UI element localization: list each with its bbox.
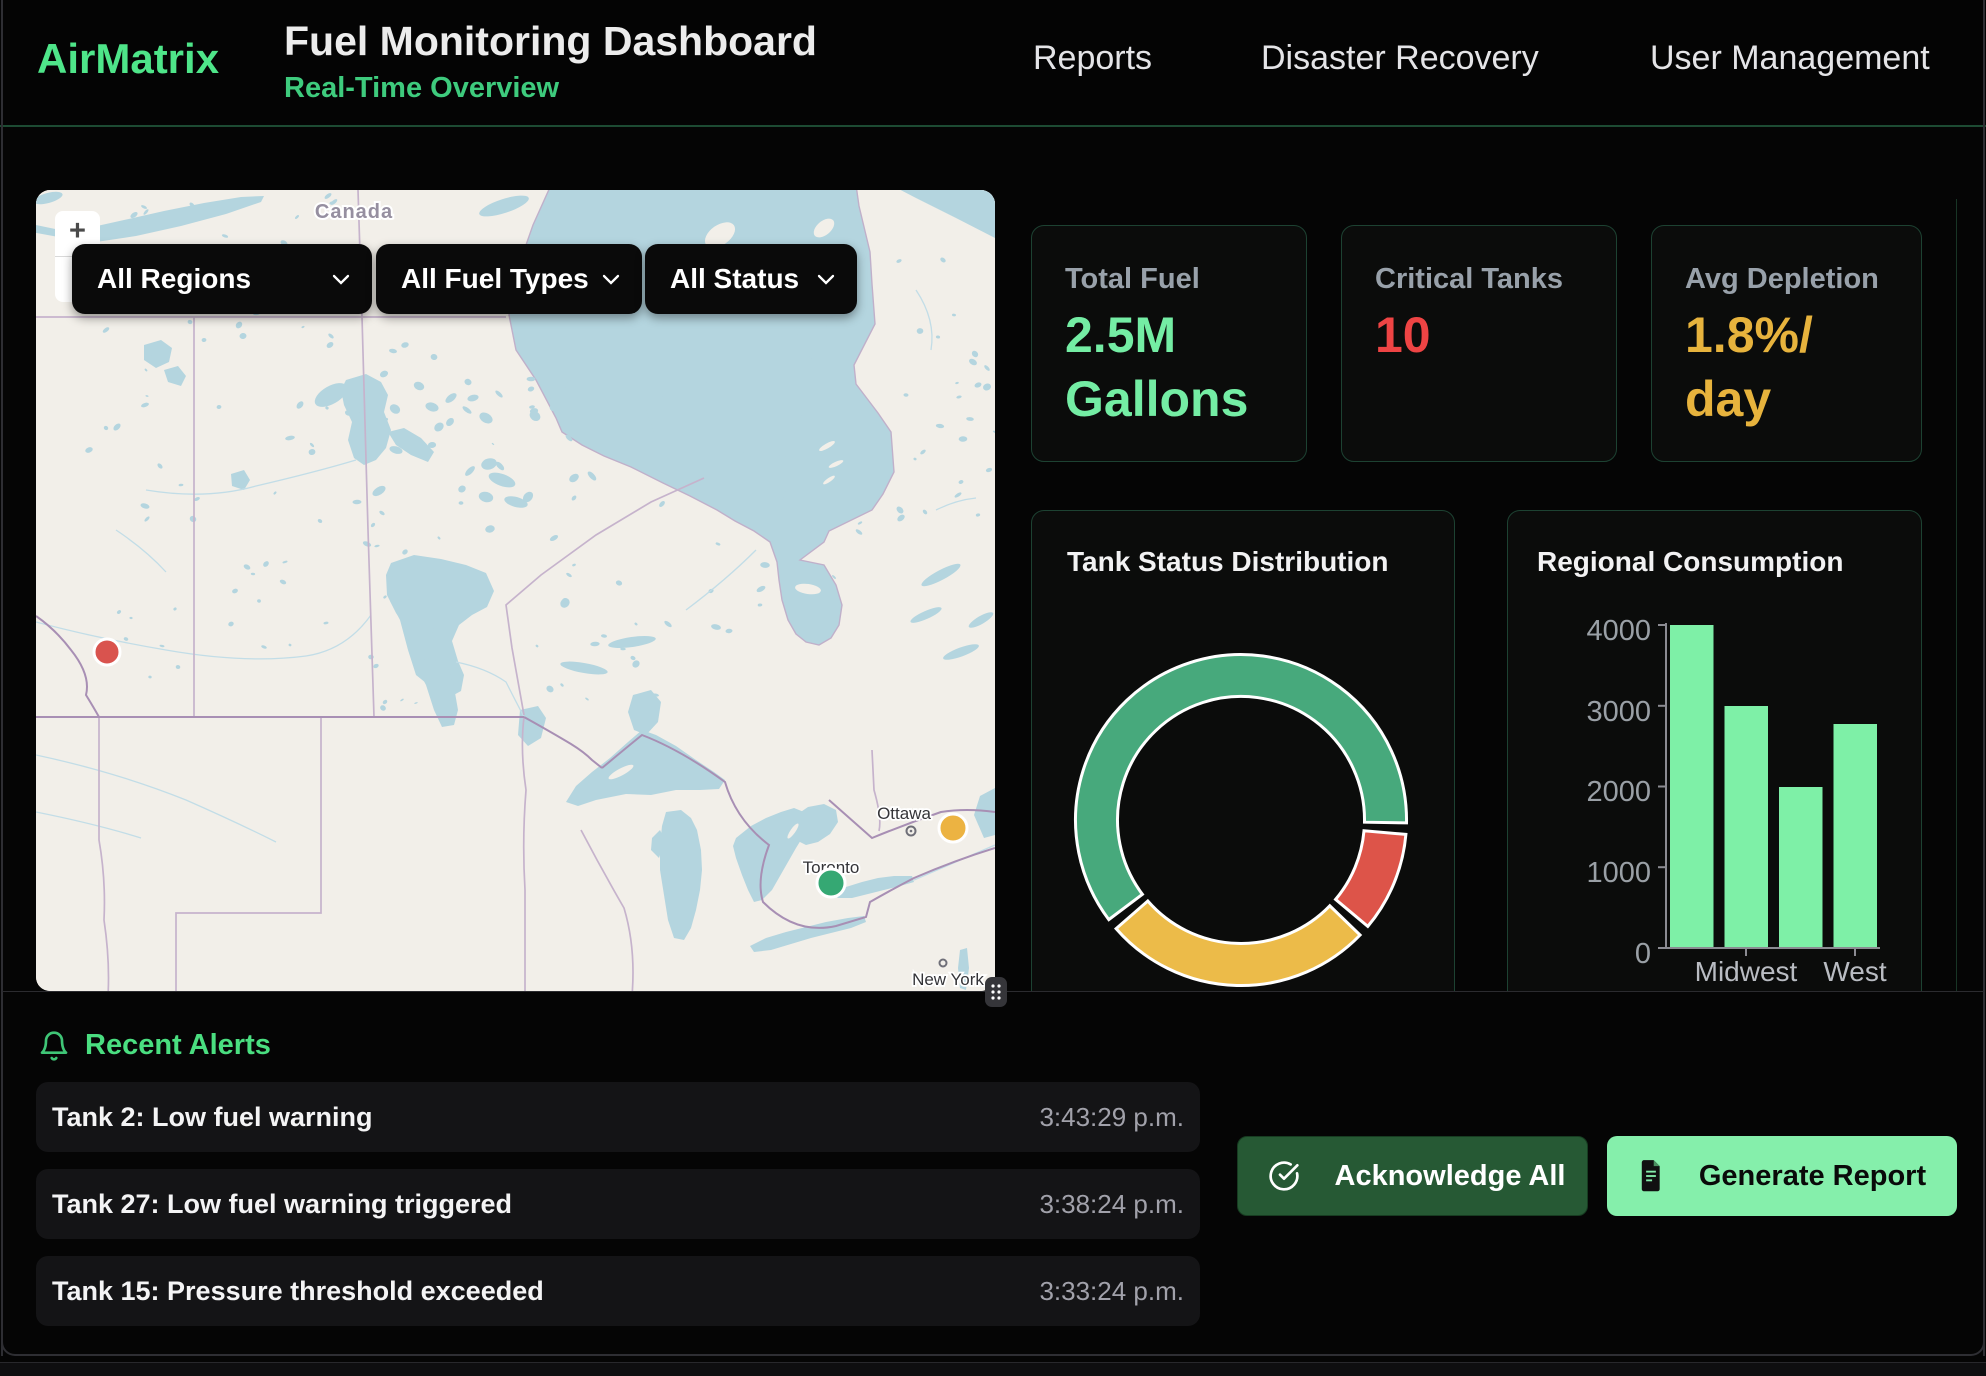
svg-text:3000: 3000 [1586, 696, 1651, 728]
svg-text:2000: 2000 [1586, 776, 1651, 808]
svg-text:Midwest: Midwest [1695, 956, 1798, 987]
svg-text:West: West [1823, 956, 1886, 987]
svg-text:0: 0 [1635, 938, 1651, 970]
svg-text:4000: 4000 [1586, 615, 1651, 647]
svg-text:Canada: Canada [315, 201, 393, 223]
svg-text:1000: 1000 [1586, 857, 1651, 889]
